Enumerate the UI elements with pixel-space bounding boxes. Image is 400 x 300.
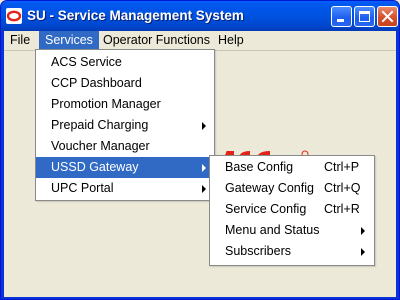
menu-bar: File Services Operator Functions Help: [4, 31, 396, 51]
menu-item-base-config[interactable]: Base Config Ctrl+P: [210, 157, 374, 178]
menu-item-gateway-config[interactable]: Gateway Config Ctrl+Q: [210, 178, 374, 199]
close-button[interactable]: [377, 6, 398, 27]
menu-services-label: Services: [45, 33, 93, 47]
submenu-arrow-icon: [361, 248, 365, 256]
menu-item-label: Subscribers: [225, 244, 291, 258]
menu-item-label: Promotion Manager: [51, 97, 161, 111]
services-menu: ACS Service CCP Dashboard Promotion Mana…: [35, 49, 215, 201]
menu-services[interactable]: Services: [39, 31, 99, 50]
menu-item-upc-portal[interactable]: UPC Portal: [36, 178, 214, 199]
menu-item-shortcut: Ctrl+R: [324, 202, 360, 216]
menu-item-ccp-dashboard[interactable]: CCP Dashboard: [36, 73, 214, 94]
close-icon: [381, 10, 394, 23]
menu-item-voucher-manager[interactable]: Voucher Manager: [36, 136, 214, 157]
menu-item-acs-service[interactable]: ACS Service: [36, 52, 214, 73]
menu-item-label: Gateway Config: [225, 181, 314, 195]
menu-item-service-config[interactable]: Service Config Ctrl+R: [210, 199, 374, 220]
submenu-arrow-icon: [202, 122, 206, 130]
menu-help-label: Help: [218, 33, 244, 47]
submenu-arrow-icon: [361, 227, 365, 235]
submenu-arrow-icon: [202, 164, 206, 172]
minimize-icon: [337, 19, 344, 22]
oracle-logo-icon: [6, 8, 22, 24]
ussd-gateway-submenu: Base Config Ctrl+P Gateway Config Ctrl+Q…: [209, 155, 375, 266]
menu-item-label: Menu and Status: [225, 223, 320, 237]
minimize-button[interactable]: [331, 6, 352, 27]
menu-file-label: File: [10, 33, 31, 47]
menu-item-label: Service Config: [225, 202, 307, 216]
menu-item-label: Base Config: [225, 160, 294, 174]
menu-item-label: Prepaid Charging: [51, 118, 149, 132]
window-title: SU - Service Management System: [27, 8, 244, 23]
menu-item-ussd-gateway[interactable]: USSD Gateway: [36, 157, 214, 178]
menu-item-label: CCP Dashboard: [51, 76, 142, 90]
menu-file[interactable]: File: [4, 31, 36, 50]
menu-operator-functions-label: Operator Functions: [103, 33, 210, 47]
maximize-icon: [359, 11, 370, 22]
menu-item-label: USSD Gateway: [51, 160, 139, 174]
menu-item-subscribers[interactable]: Subscribers: [210, 241, 374, 262]
menu-item-shortcut: Ctrl+Q: [324, 181, 361, 195]
menu-item-prepaid-charging[interactable]: Prepaid Charging: [36, 115, 214, 136]
menu-item-menu-and-status[interactable]: Menu and Status: [210, 220, 374, 241]
menu-item-label: ACS Service: [51, 55, 122, 69]
menu-item-label: Voucher Manager: [51, 139, 150, 153]
submenu-arrow-icon: [202, 185, 206, 193]
menu-help[interactable]: Help: [212, 31, 250, 50]
menu-item-promotion-manager[interactable]: Promotion Manager: [36, 94, 214, 115]
menu-item-shortcut: Ctrl+P: [324, 160, 360, 174]
menu-item-label: UPC Portal: [51, 181, 114, 195]
menu-operator-functions[interactable]: Operator Functions: [97, 31, 216, 50]
title-bar[interactable]: SU - Service Management System: [1, 1, 399, 31]
maximize-button[interactable]: [354, 6, 375, 27]
